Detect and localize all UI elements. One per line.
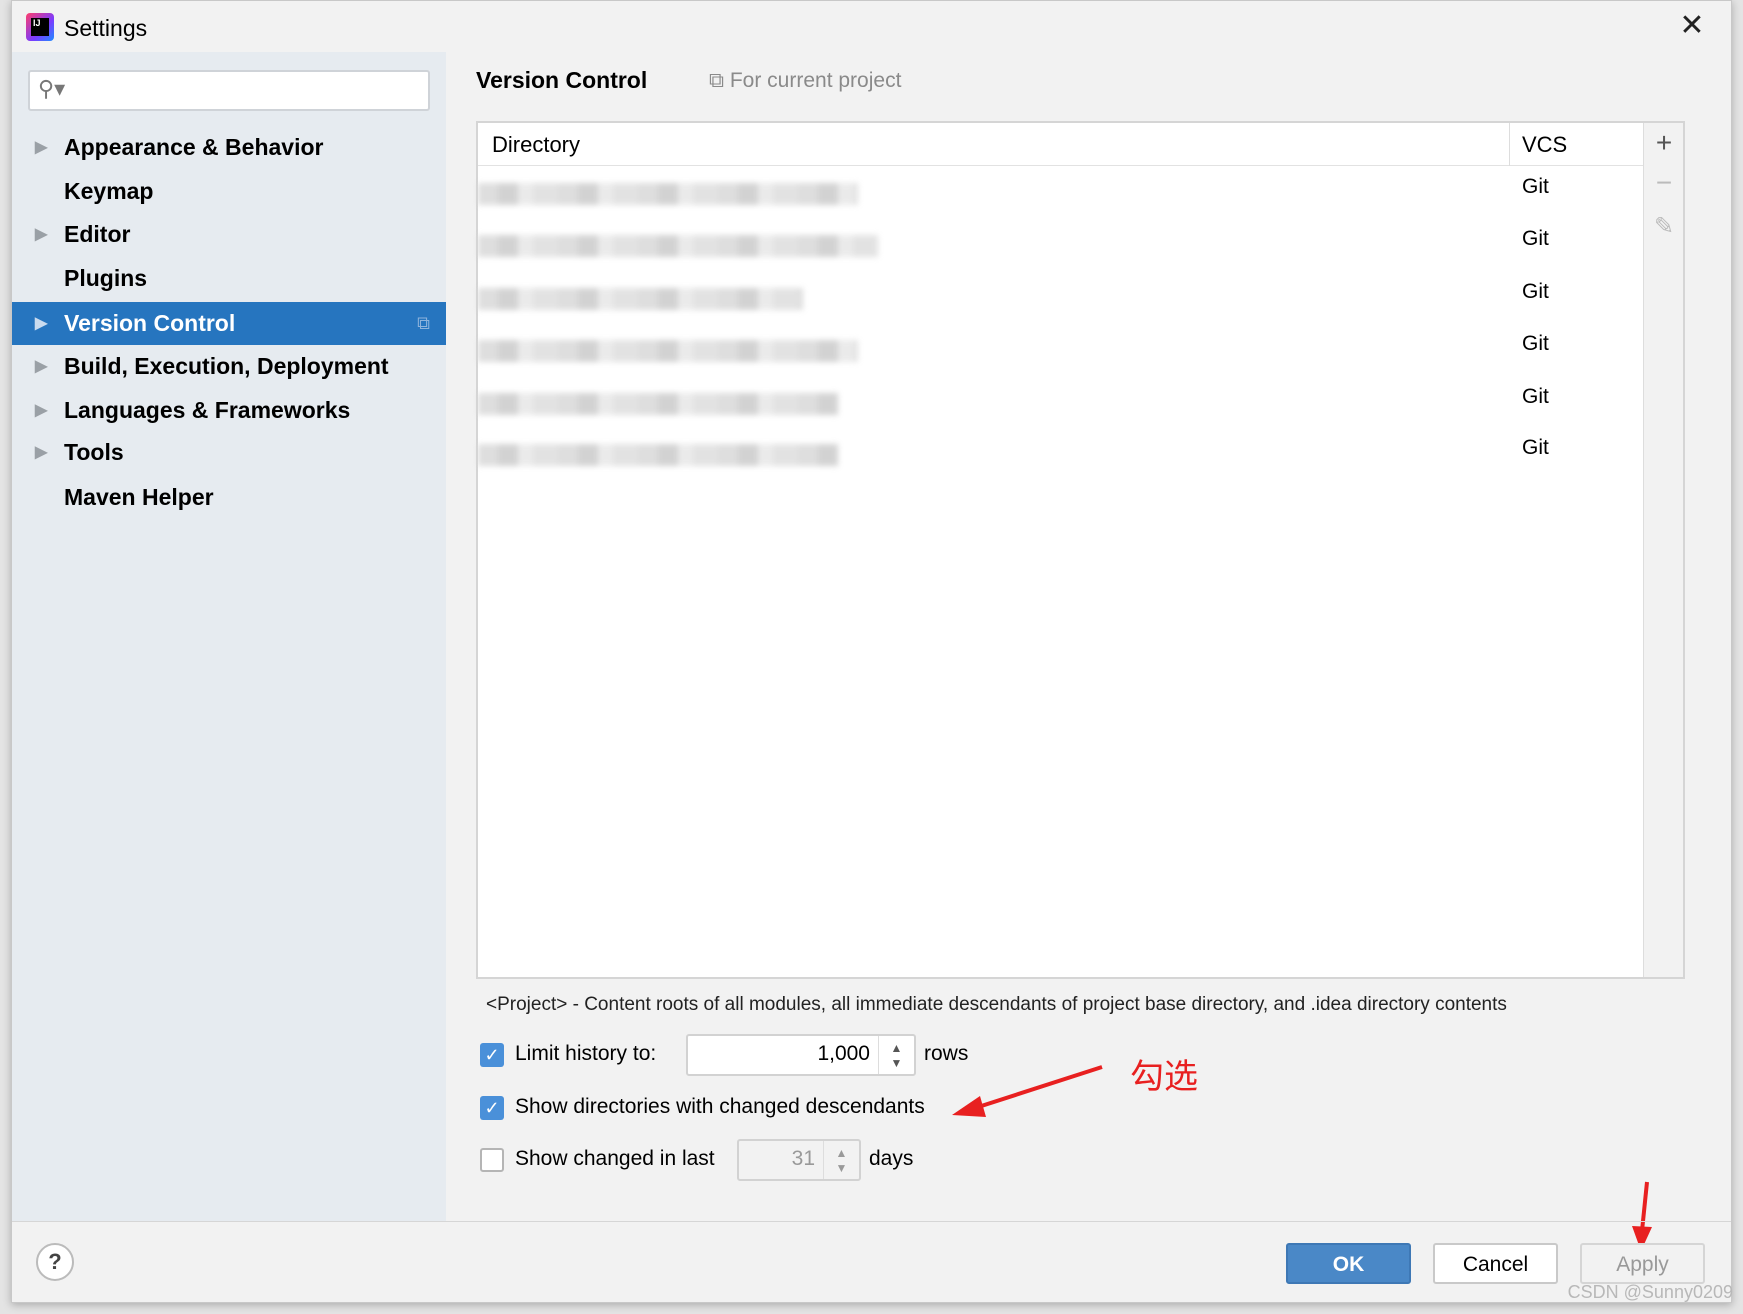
help-button[interactable]: ? [36, 1243, 74, 1281]
footer-divider [12, 1221, 1731, 1222]
apply-button[interactable]: Apply [1580, 1243, 1705, 1284]
cancel-button[interactable]: Cancel [1433, 1243, 1558, 1284]
annotation-arrows [952, 1065, 1652, 1251]
red-arrow-to-checkbox [952, 1065, 1103, 1117]
annotation-text: 勾选 [1130, 1058, 1198, 1096]
ok-button[interactable]: OK [1286, 1243, 1411, 1284]
settings-dialog: IJ Settings ✕ ⚲▾ ▶ Appearance & Behavior … [11, 0, 1732, 1303]
red-arrow-to-apply [1632, 1181, 1652, 1251]
watermark: CSDN @Sunny0209 [1567, 1282, 1733, 1302]
